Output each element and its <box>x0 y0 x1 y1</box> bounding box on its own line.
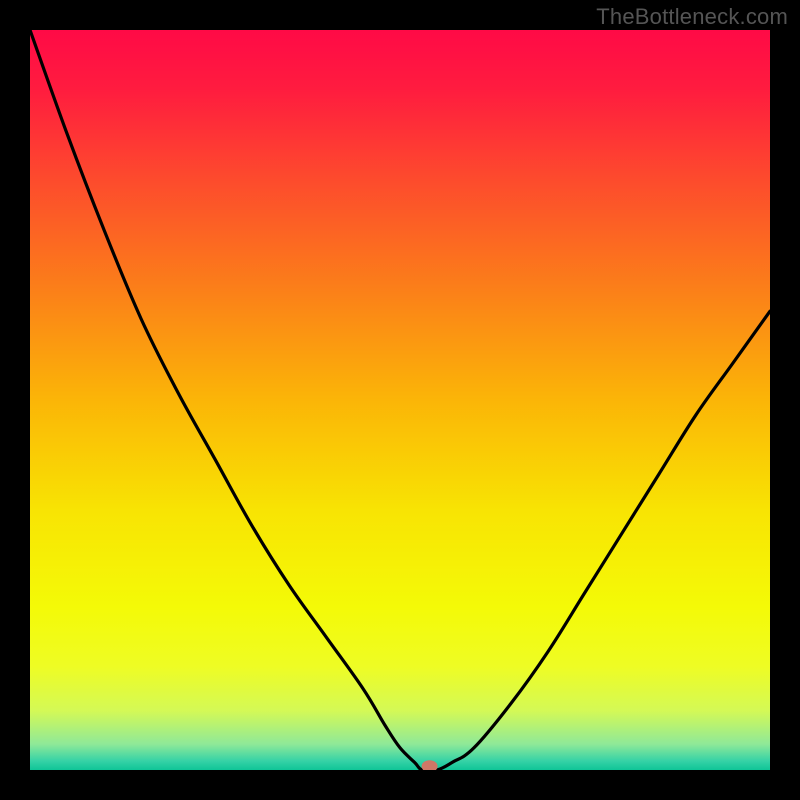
plot-area <box>30 30 770 770</box>
chart-svg <box>30 30 770 770</box>
chart-stage: TheBottleneck.com <box>0 0 800 800</box>
watermark-text: TheBottleneck.com <box>596 4 788 30</box>
gradient-background <box>30 30 770 770</box>
